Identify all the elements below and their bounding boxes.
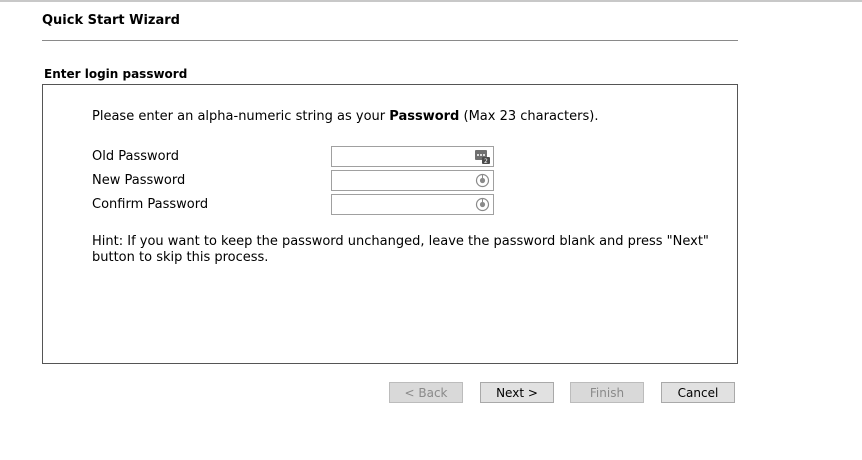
new-password-input[interactable] (335, 172, 479, 192)
finish-button[interactable]: Finish (570, 382, 644, 403)
password-reveal-icon[interactable] (475, 173, 490, 188)
cancel-button[interactable]: Cancel (661, 382, 735, 403)
old-password-input[interactable] (335, 148, 479, 168)
confirm-password-field[interactable] (331, 194, 494, 216)
intro-prefix: Please enter an alpha-numeric string as … (92, 109, 390, 124)
intro-bold: Password (389, 109, 460, 124)
next-button[interactable]: Next > (480, 382, 554, 403)
intro-text: Please enter an alpha-numeric string as … (92, 109, 598, 124)
password-reveal-icon[interactable] (475, 197, 490, 212)
hint-text: Hint: If you want to keep the password u… (92, 234, 709, 265)
password-panel (42, 84, 738, 364)
intro-suffix: (Max 23 characters). (459, 109, 599, 124)
password-manager-icon[interactable]: 2 (475, 149, 490, 165)
section-title: Enter login password (44, 67, 188, 81)
new-password-field[interactable] (331, 170, 494, 192)
confirm-password-input[interactable] (335, 196, 479, 216)
new-password-label: New Password (92, 173, 186, 188)
wizard-title: Quick Start Wizard (42, 13, 180, 28)
top-border (0, 0, 862, 2)
back-button[interactable]: < Back (389, 382, 463, 403)
title-divider (42, 40, 738, 41)
old-password-field[interactable]: 2 (331, 146, 494, 168)
svg-text:2: 2 (484, 158, 488, 164)
confirm-password-label: Confirm Password (92, 197, 209, 212)
old-password-label: Old Password (92, 149, 179, 164)
